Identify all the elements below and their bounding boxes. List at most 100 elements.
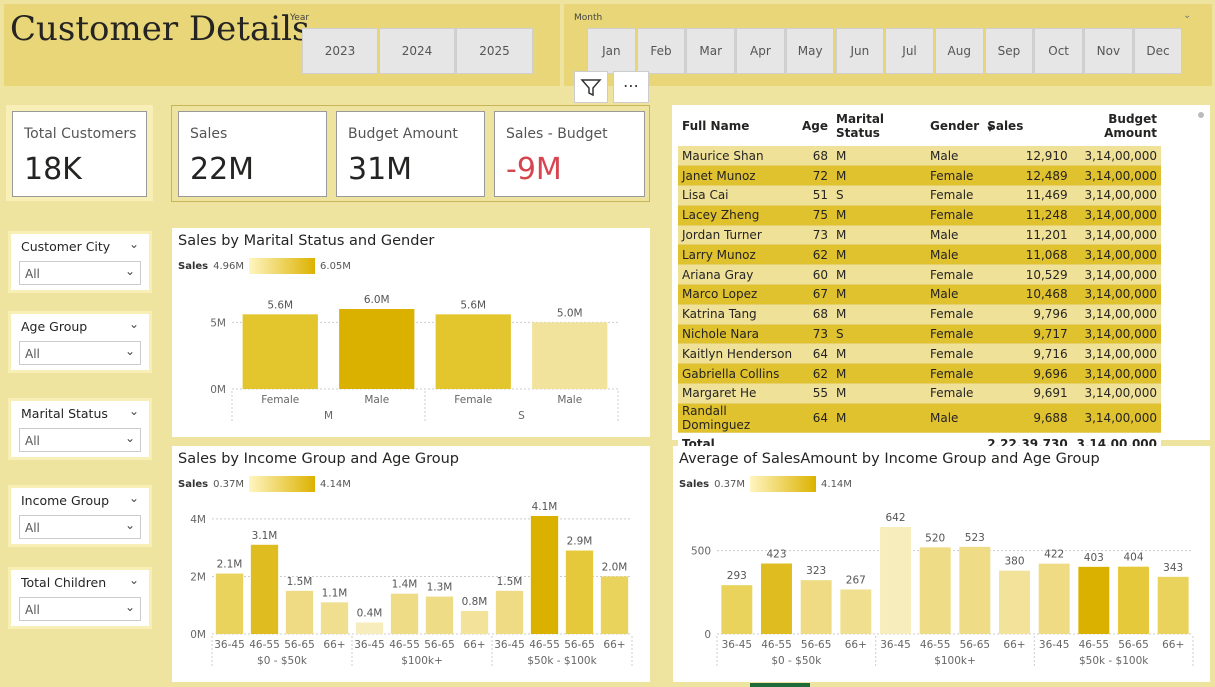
- table-cell: S: [832, 185, 927, 206]
- bar[interactable]: [425, 596, 454, 634]
- table-row[interactable]: Lacey Zheng 75 M Female 11,248 3,14,00,000: [678, 205, 1161, 226]
- sort-desc-icon[interactable]: ▼: [987, 125, 992, 133]
- chevron-down-icon[interactable]: ⌄: [1183, 10, 1191, 21]
- filter-icon[interactable]: [574, 71, 608, 103]
- table-row[interactable]: Ariana Gray 60 M Female 10,529 3,14,00,000: [678, 264, 1161, 286]
- slicer-title: Total Children: [21, 575, 107, 590]
- total-children-slicer[interactable]: Total Children ⌄ All ⌄: [8, 567, 152, 629]
- bar[interactable]: [435, 314, 511, 389]
- col-age[interactable]: Age: [798, 110, 833, 146]
- table-cell: Lisa Cai: [678, 185, 798, 206]
- slicer-dropdown[interactable]: All ⌄: [19, 597, 141, 621]
- bar[interactable]: [339, 309, 415, 389]
- chevron-down-icon[interactable]: ⌄: [125, 600, 135, 614]
- chevron-down-icon[interactable]: ⌄: [125, 344, 135, 358]
- more-options-icon[interactable]: ⋯: [613, 71, 649, 103]
- chart-plot: 0M 2M 4M 2.1M 36-45 3.1M 46-55 1.5M 56-65 1.1M 66+…: [190, 501, 633, 667]
- slicer-dropdown[interactable]: All ⌄: [19, 261, 141, 285]
- table-cell: 3,14,00,000: [1071, 205, 1161, 226]
- table-row[interactable]: Margaret He 55 M Female 9,691 3,14,00,000: [678, 383, 1161, 404]
- col-budget-amount[interactable]: Budget Amount: [1071, 110, 1161, 146]
- month-oct-chip[interactable]: Oct: [1034, 28, 1083, 74]
- chevron-down-icon[interactable]: ⌄: [129, 317, 139, 331]
- bar[interactable]: [1157, 576, 1189, 634]
- month-feb-chip[interactable]: Feb: [636, 28, 686, 74]
- income-group-slicer[interactable]: Income Group ⌄ All ⌄: [8, 485, 152, 547]
- col-marital-status[interactable]: Marital Status: [832, 110, 927, 146]
- chevron-down-icon[interactable]: ⌄: [129, 573, 139, 587]
- bar[interactable]: [285, 590, 314, 634]
- bar[interactable]: [1118, 566, 1149, 634]
- bar[interactable]: [999, 570, 1030, 634]
- age-group-slicer[interactable]: Age Group ⌄ All ⌄: [8, 311, 152, 373]
- marital-status-slicer[interactable]: Marital Status ⌄ All ⌄: [8, 398, 152, 460]
- chevron-down-icon[interactable]: ⌄: [129, 404, 139, 418]
- bar[interactable]: [565, 550, 594, 634]
- month-may-chip[interactable]: May: [785, 28, 835, 74]
- year-2023-chip[interactable]: 2023: [302, 28, 378, 74]
- bar[interactable]: [919, 547, 951, 634]
- table-row[interactable]: Jordan Turner 73 M Male 11,201 3,14,00,000: [678, 225, 1161, 246]
- scrollbar-thumb[interactable]: [1198, 112, 1204, 118]
- table-row[interactable]: Larry Munoz 62 M Male 11,068 3,14,00,000: [678, 244, 1161, 266]
- bar[interactable]: [495, 590, 524, 634]
- bar[interactable]: [959, 546, 991, 634]
- month-apr-chip[interactable]: Apr: [736, 28, 785, 74]
- col-sales[interactable]: Sales ▼: [983, 110, 1072, 146]
- table-row[interactable]: Maurice Shan 68 M Male 12,910 3,14,00,000: [678, 146, 1161, 167]
- bar[interactable]: [1038, 563, 1070, 634]
- year-2024-chip[interactable]: 2024: [379, 28, 455, 74]
- bar[interactable]: [242, 314, 318, 389]
- bar[interactable]: [800, 580, 832, 634]
- chevron-down-icon[interactable]: ⌄: [125, 264, 135, 278]
- slicer-dropdown[interactable]: All ⌄: [19, 515, 141, 539]
- month-jun-chip[interactable]: Jun: [835, 28, 885, 74]
- table-row[interactable]: Marco Lopez 67 M Male 10,468 3,14,00,000: [678, 284, 1161, 305]
- table-row[interactable]: Katrina Tang 68 M Female 9,796 3,14,00,000: [678, 304, 1161, 325]
- table-cell: M: [832, 225, 927, 246]
- chevron-down-icon[interactable]: ⌄: [125, 518, 135, 532]
- month-dec-chip[interactable]: Dec: [1133, 28, 1183, 74]
- bar[interactable]: [532, 322, 608, 389]
- customer-city-slicer[interactable]: Customer City ⌄ All ⌄: [8, 231, 152, 293]
- month-sep-chip[interactable]: Sep: [984, 28, 1034, 74]
- month-aug-chip[interactable]: Aug: [934, 28, 984, 74]
- table-row[interactable]: Kaitlyn Henderson 64 M Female 9,716 3,14,00,0…: [678, 343, 1161, 365]
- bar[interactable]: [840, 589, 872, 635]
- customer-table[interactable]: Full Name Age Marital Status Gender Sale…: [678, 110, 1161, 455]
- bar[interactable]: [215, 573, 244, 634]
- bar[interactable]: [530, 516, 559, 634]
- bar[interactable]: [1078, 566, 1110, 634]
- bar[interactable]: [320, 602, 349, 634]
- month-mar-chip[interactable]: Mar: [686, 28, 736, 74]
- bar[interactable]: [880, 527, 911, 634]
- year-2025-chip[interactable]: 2025: [456, 28, 533, 74]
- slicer-dropdown[interactable]: All ⌄: [19, 428, 141, 452]
- table-cell: Male: [926, 403, 984, 433]
- bar[interactable]: [600, 576, 629, 634]
- chevron-down-icon[interactable]: ⌄: [125, 431, 135, 445]
- col-gender[interactable]: Gender: [926, 110, 984, 146]
- page-tab-indicator[interactable]: [750, 683, 810, 687]
- slicer-dropdown[interactable]: All ⌄: [19, 341, 141, 365]
- table-cell: 68: [798, 304, 833, 325]
- bar[interactable]: [390, 593, 419, 634]
- bar[interactable]: [761, 563, 792, 635]
- month-nov-chip[interactable]: Nov: [1084, 28, 1133, 74]
- bar[interactable]: [460, 610, 489, 634]
- table-row[interactable]: Gabriella Collins 62 M Female 9,696 3,14,00,0…: [678, 363, 1161, 385]
- bar[interactable]: [721, 585, 753, 634]
- table-cell: 12,489: [983, 165, 1072, 187]
- table-row[interactable]: Nichole Nara 73 S Female 9,717 3,14,00,000: [678, 324, 1161, 345]
- table-row[interactable]: Lisa Cai 51 S Female 11,469 3,14,00,000: [678, 185, 1161, 206]
- bar[interactable]: [355, 622, 384, 634]
- slicer-title: Age Group: [21, 319, 88, 334]
- chevron-down-icon[interactable]: ⌄: [129, 237, 139, 251]
- table-row[interactable]: Janet Munoz 72 M Female 12,489 3,14,00,000: [678, 165, 1161, 187]
- bar[interactable]: [250, 544, 279, 634]
- chevron-down-icon[interactable]: ⌄: [129, 491, 139, 505]
- table-row[interactable]: Randall Dominguez 64 M Male 9,688 3,14,00,000: [678, 403, 1161, 433]
- col-full-name[interactable]: Full Name: [678, 110, 798, 146]
- month-jul-chip[interactable]: Jul: [885, 28, 934, 74]
- month-jan-chip[interactable]: Jan: [587, 28, 636, 74]
